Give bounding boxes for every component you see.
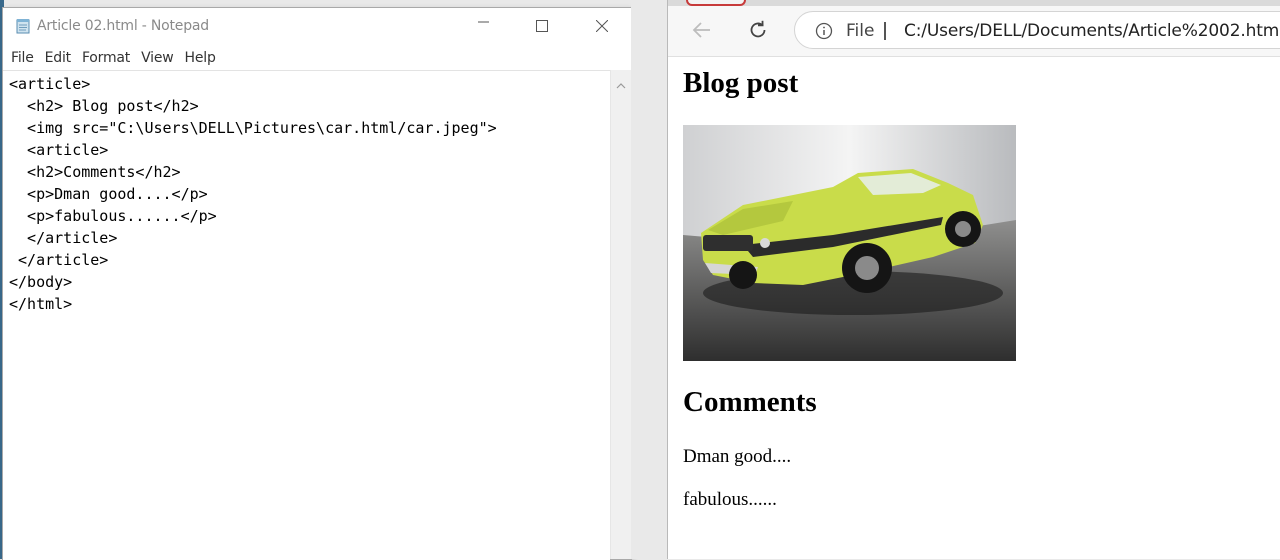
maximize-button[interactable] [513, 8, 571, 44]
close-button[interactable] [573, 8, 631, 44]
back-button[interactable] [692, 20, 712, 45]
menu-help[interactable]: Help [181, 48, 222, 66]
url-text[interactable]: C:/Users/DELL/Documents/Article%2002.htm… [904, 21, 1280, 41]
desktop-gap [631, 0, 667, 559]
browser-toolbar: File C:/Users/DELL/Documents/Article%200… [668, 6, 1280, 57]
comments-heading: Comments [683, 386, 817, 418]
close-icon [596, 20, 608, 32]
notepad-app-icon [15, 18, 31, 34]
menu-format[interactable]: Format [78, 48, 136, 66]
omnibox-divider [884, 22, 886, 40]
menu-view[interactable]: View [137, 48, 179, 66]
notepad-text-area[interactable]: <article> <h2> Blog post</h2> <img src="… [3, 70, 610, 560]
reload-button[interactable] [747, 19, 769, 46]
back-arrow-icon [692, 22, 710, 38]
comment-1: Dman good.... [683, 446, 792, 467]
maximize-icon [536, 20, 548, 32]
source-code: <article> <h2> Blog post</h2> <img src="… [9, 75, 497, 313]
scroll-up-icon[interactable] [616, 76, 626, 94]
rendered-page: Blog post Comments Dman good.... fabulou… [668, 57, 1280, 559]
notepad-title: Article 02.html - Notepad [37, 18, 209, 34]
menu-file[interactable]: File [7, 48, 40, 66]
comment-2: fabulous...... [683, 489, 777, 510]
notepad-window: Article 02.html - Notepad File Edit Form… [3, 8, 631, 560]
scheme-label: File [846, 21, 875, 41]
car-image [683, 125, 1016, 361]
minimize-button[interactable] [455, 8, 513, 44]
minimize-icon [478, 21, 489, 23]
menu-edit[interactable]: Edit [41, 48, 77, 66]
site-info-icon[interactable] [815, 22, 833, 45]
reload-icon [750, 20, 766, 38]
address-bar[interactable]: File C:/Users/DELL/Documents/Article%200… [794, 11, 1280, 49]
blog-post-heading: Blog post [683, 67, 799, 99]
notepad-menu-bar: File Edit Format View Help [3, 44, 631, 70]
vertical-scrollbar[interactable] [610, 70, 631, 559]
notepad-title-bar[interactable]: Article 02.html - Notepad [3, 8, 631, 44]
browser-window: File C:/Users/DELL/Documents/Article%200… [667, 0, 1280, 559]
